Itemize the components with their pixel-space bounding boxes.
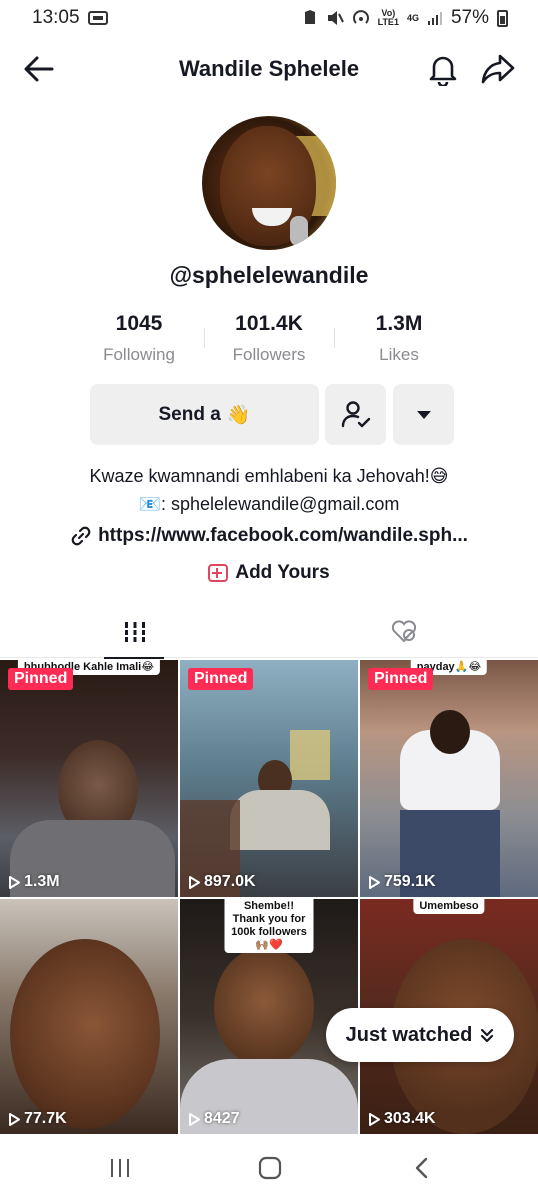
caret-down-icon — [416, 410, 431, 419]
bell-icon[interactable] — [426, 52, 460, 86]
view-count-value: 1.3M — [24, 873, 60, 890]
stat-label: Followers — [232, 345, 306, 364]
bio-line-2: 📧: sphelelewandile@gmail.com — [0, 490, 538, 518]
grid-icon — [122, 622, 147, 642]
pinned-badge: Pinned — [8, 668, 74, 690]
stat-label: Likes — [379, 345, 419, 364]
video-thumbnail-body — [230, 790, 330, 850]
active-tab-indicator — [104, 657, 164, 659]
pinned-badge: Pinned — [368, 668, 434, 690]
back-arrow-icon[interactable] — [22, 52, 56, 86]
just-watched-label: Just watched — [345, 1023, 473, 1046]
status-bar: 13:05 Vo) LTE1 4G 57% — [0, 0, 538, 36]
status-time: 13:05 — [32, 7, 80, 28]
video-tile[interactable]: payday🙏😂 Pinned 759.1K — [360, 660, 538, 897]
net-type: 4G — [406, 12, 419, 23]
video-tile[interactable]: 77.7K — [0, 899, 178, 1134]
play-icon — [9, 875, 20, 889]
bio-email: : sphelelewandile@gmail.com — [161, 494, 400, 514]
volte-indicator: Vo) LTE1 — [377, 8, 399, 27]
play-icon — [189, 1112, 200, 1126]
share-icon[interactable] — [480, 52, 516, 86]
back-chevron-icon — [415, 1157, 428, 1179]
email-icon: 📧 — [138, 494, 162, 514]
play-icon — [369, 1112, 380, 1126]
video-tile[interactable]: Pinned 897.0K — [180, 660, 358, 897]
play-icon — [9, 1112, 20, 1126]
view-count: 8427 — [188, 1110, 240, 1128]
stat-label: Following — [103, 345, 175, 364]
stat-value: 1045 — [115, 312, 163, 335]
add-yours-icon — [208, 564, 229, 582]
play-icon — [189, 875, 200, 889]
stat-following[interactable]: 1045 Following — [74, 312, 204, 365]
video-thumbnail-building — [290, 730, 330, 780]
view-count: 303.4K — [368, 1110, 436, 1128]
stat-value: 101.4K — [235, 312, 303, 335]
hotspot-icon — [352, 10, 369, 24]
bio-line-1: Kwaze kwamnandi emhlabeni ka Jehovah!😅 — [89, 466, 449, 486]
recent-apps-button[interactable] — [100, 1152, 140, 1184]
alarm-icon — [304, 10, 315, 24]
video-thumbnail-figure — [214, 947, 314, 1067]
signal-icon — [427, 12, 442, 25]
stat-value: 1.3M — [375, 312, 423, 335]
video-thumbnail-figure — [430, 710, 470, 754]
view-count: 1.3M — [8, 873, 60, 891]
username: @sphelelewandile — [169, 262, 369, 288]
back-button[interactable] — [402, 1152, 442, 1184]
status-left: 13:05 — [32, 7, 108, 29]
view-count: 77.7K — [8, 1110, 67, 1128]
view-count-value: 8427 — [204, 1110, 240, 1127]
battery-percent: 57% — [450, 7, 489, 28]
mute-icon — [327, 11, 344, 25]
bio-link[interactable]: https://www.facebook.com/wandile.sph... — [0, 525, 538, 547]
view-count-value: 303.4K — [384, 1110, 436, 1127]
avatar-microphone — [290, 216, 308, 246]
view-count: 759.1K — [368, 873, 436, 891]
bio: Kwaze kwamnandi emhlabeni ka Jehovah!😅 📧… — [0, 462, 538, 518]
just-watched-button[interactable]: Just watched — [326, 1008, 514, 1062]
view-count-value: 897.0K — [204, 873, 256, 890]
pinned-badge: Pinned — [188, 668, 254, 690]
profile-stats: 1045 Following 101.4K Followers 1.3M Lik… — [74, 312, 464, 368]
avatar[interactable] — [202, 116, 336, 250]
user-check-icon — [341, 400, 370, 427]
liked-hidden-icon — [391, 620, 416, 643]
video-tile[interactable]: bhubhodle Kahle Imali😂 Pinned 1.3M — [0, 660, 178, 897]
battery-icon — [497, 9, 508, 27]
video-caption: Umembeso — [413, 899, 485, 914]
suggested-accounts-button[interactable] — [393, 384, 454, 445]
stat-likes[interactable]: 1.3M Likes — [334, 312, 464, 365]
home-button[interactable] — [250, 1152, 290, 1184]
page-title: Wandile Sphelele — [178, 56, 360, 81]
view-count-value: 77.7K — [24, 1110, 67, 1127]
video-thumbnail-figure — [10, 939, 160, 1129]
link-icon — [71, 526, 91, 546]
view-count-value: 759.1K — [384, 873, 436, 890]
status-right: Vo) LTE1 4G 57% — [302, 7, 508, 29]
add-yours-button[interactable]: Add Yours — [0, 562, 538, 584]
stat-followers[interactable]: 101.4K Followers — [204, 312, 334, 365]
profile-header: Wandile Sphelele — [0, 40, 538, 98]
send-label: Send a — [158, 403, 221, 425]
screen-share-icon — [87, 11, 108, 25]
wave-emoji: 👋 — [226, 404, 251, 426]
video-grid: bhubhodle Kahle Imali😂 Pinned 1.3M Pinne… — [0, 660, 538, 1134]
play-icon — [369, 875, 380, 889]
add-yours-label: Add Yours — [235, 562, 330, 583]
tab-videos[interactable] — [0, 606, 269, 659]
recent-apps-icon — [111, 1159, 129, 1177]
double-chevron-down-icon — [481, 1028, 494, 1043]
system-nav-bar — [0, 1136, 538, 1200]
profile-tabs — [0, 606, 538, 659]
video-tile[interactable]: Shembe!! Thank you for 100k followers🙌🏽❤… — [180, 899, 358, 1134]
home-icon — [258, 1156, 282, 1180]
following-button[interactable] — [325, 384, 386, 445]
tab-liked[interactable] — [269, 606, 538, 658]
link-text: https://www.facebook.com/wandile.sph... — [98, 525, 468, 546]
send-wave-button[interactable]: Send a 👋 — [90, 384, 319, 445]
view-count: 897.0K — [188, 873, 256, 891]
video-caption: Shembe!! Thank you for 100k followers🙌🏽❤… — [224, 899, 314, 953]
